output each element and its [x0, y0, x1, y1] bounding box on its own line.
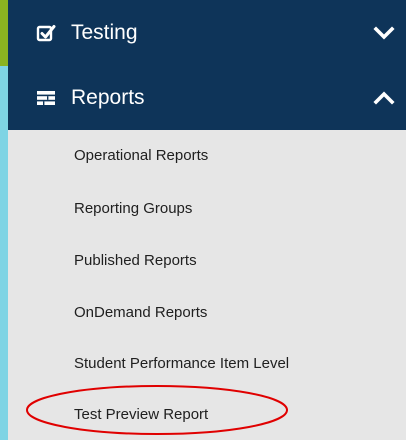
chevron-up-icon[interactable] — [373, 91, 395, 105]
chevron-down-icon[interactable] — [373, 26, 395, 40]
nav-section-reports[interactable]: Reports — [0, 66, 406, 130]
nav-section-label: Testing — [71, 21, 138, 44]
active-accent-bar — [0, 0, 8, 66]
sidebar-nav: Testing Reports Operational Reports Repo… — [0, 0, 406, 440]
reports-submenu: Operational Reports Reporting Groups Pub… — [0, 130, 406, 440]
submenu-item-operational-reports[interactable]: Operational Reports — [74, 147, 208, 165]
nav-section-label: Reports — [71, 86, 145, 109]
submenu-item-reporting-groups[interactable]: Reporting Groups — [74, 200, 192, 218]
checkbox-icon — [36, 25, 56, 42]
submenu-item-ondemand-reports[interactable]: OnDemand Reports — [74, 304, 207, 322]
nav-section-testing[interactable]: Testing — [0, 0, 406, 66]
submenu-item-test-preview-report[interactable]: Test Preview Report — [74, 406, 208, 424]
submenu-item-published-reports[interactable]: Published Reports — [74, 252, 197, 270]
reports-icon — [37, 91, 55, 105]
section-accent-bar — [0, 130, 8, 440]
submenu-item-student-performance-item-level[interactable]: Student Performance Item Level — [74, 355, 289, 373]
section-accent-bar — [0, 66, 8, 130]
